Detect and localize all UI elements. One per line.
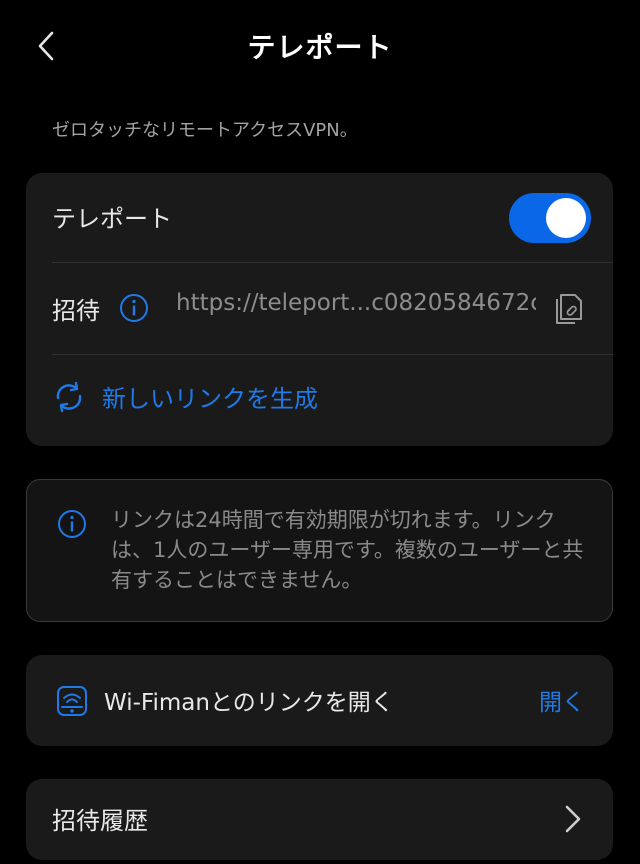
open-wifiman-button[interactable]: 開く — [539, 683, 585, 717]
invite-label: 招待 — [52, 297, 100, 325]
copy-link-icon[interactable] — [553, 289, 587, 325]
teleport-settings-card: テレポート 招待 https://teleport...c0820584672c… — [26, 173, 613, 446]
invite-history-label: 招待履歴 — [52, 807, 148, 835]
info-icon[interactable] — [119, 293, 149, 323]
page-subtitle: ゼロタッチなリモートアクセスVPN。 — [52, 120, 358, 141]
refresh-icon — [56, 381, 82, 412]
chevron-right-icon — [565, 805, 581, 833]
generate-link-label: 新しいリンクを生成 — [102, 385, 318, 413]
link-expiry-notice: リンクは24時間で有効期限が切れます。リンクは、1人のユーザー専用です。複数のユ… — [26, 479, 613, 622]
generate-link-button[interactable]: 新しいリンクを生成 — [52, 379, 318, 414]
wifiman-label: Wi-Fimanとのリンクを開く — [104, 690, 394, 716]
teleport-toggle-row: テレポート — [26, 173, 613, 262]
divider — [52, 354, 613, 355]
invite-url: https://teleport...c0820584672c — [176, 290, 536, 316]
toggle-knob — [546, 198, 586, 238]
divider — [52, 262, 613, 263]
teleport-label: テレポート — [52, 205, 172, 233]
page-title: テレポート — [247, 31, 393, 64]
info-icon — [58, 510, 86, 538]
notice-text: リンクは24時間で有効期限が切れます。リンクは、1人のユーザー専用です。複数のユ… — [111, 508, 584, 592]
invite-history-row[interactable]: 招待履歴 — [26, 779, 613, 860]
teleport-toggle[interactable] — [509, 193, 591, 243]
wifiman-card[interactable]: Wi-Fimanとのリンクを開く 開く — [26, 655, 613, 746]
wifiman-icon — [57, 686, 87, 716]
header: テレポート — [0, 0, 640, 92]
